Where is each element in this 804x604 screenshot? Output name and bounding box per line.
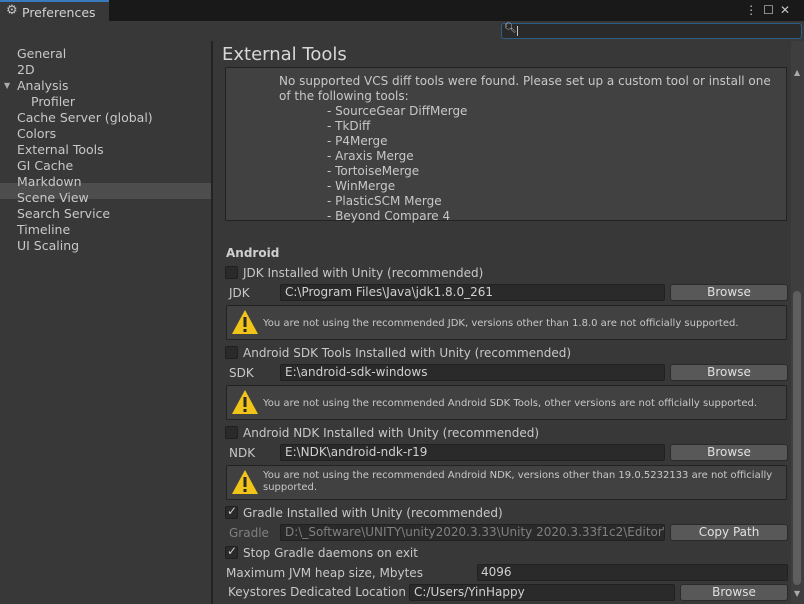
android-section-header: Android bbox=[226, 246, 280, 260]
jdk-installed-checkbox[interactable] bbox=[225, 266, 238, 279]
sdk-browse-button[interactable]: Browse bbox=[670, 364, 788, 381]
main-content: External Tools No supported VCS diff too… bbox=[213, 41, 791, 604]
gradle-path-field: D:\_Software\UNITY\unity2020.3.33\Unity … bbox=[280, 524, 665, 541]
keystores-path-field[interactable]: C:/Users/YinHappy bbox=[409, 584, 675, 601]
vcs-tool-item: - SourceGear DiffMerge bbox=[327, 104, 468, 118]
warning-icon bbox=[232, 310, 258, 334]
sidebar-item-scene-view[interactable]: Scene View bbox=[17, 190, 89, 206]
jdk-browse-button[interactable]: Browse bbox=[670, 284, 788, 301]
sidebar-item-profiler[interactable]: Profiler bbox=[31, 94, 75, 110]
heap-size-input[interactable]: 4096 bbox=[477, 564, 788, 581]
sidebar-item-gi-cache[interactable]: GI Cache bbox=[17, 158, 73, 174]
vcs-message: No supported VCS diff tools were found. … bbox=[279, 74, 771, 103]
page-title: External Tools bbox=[222, 44, 347, 65]
gradle-field-label: Gradle bbox=[229, 526, 269, 540]
sdk-warning-box: You are not using the recommended Androi… bbox=[226, 385, 787, 420]
window-controls[interactable]: ⋮☐✕ bbox=[745, 3, 796, 17]
keystores-browse-button[interactable]: Browse bbox=[680, 584, 788, 601]
sidebar-item-timeline[interactable]: Timeline bbox=[17, 222, 70, 238]
sdk-warning-text: You are not using the recommended Androi… bbox=[263, 398, 758, 409]
jdk-path-field[interactable]: C:\Program Files\Java\jdk1.8.0_261 bbox=[280, 284, 665, 301]
window-menu-icon[interactable]: ⋮ bbox=[745, 3, 763, 17]
scroll-up-icon[interactable]: ▲ bbox=[794, 68, 800, 77]
ndk-field-label: NDK bbox=[229, 446, 256, 460]
expand-arrow-icon[interactable]: ▼ bbox=[4, 81, 10, 90]
preferences-tab[interactable]: ⚙ Preferences bbox=[0, 0, 109, 22]
sidebar-item-markdown[interactable]: Markdown bbox=[17, 174, 82, 190]
jdk-field-label: JDK bbox=[229, 286, 250, 300]
sidebar-item-2d[interactable]: 2D bbox=[17, 62, 35, 78]
sdk-path-field[interactable]: E:\android-sdk-windows bbox=[280, 364, 665, 381]
vcs-tool-item: - TkDiff bbox=[327, 119, 371, 133]
jdk-warning-box: You are not using the recommended JDK, v… bbox=[226, 305, 787, 340]
sidebar-item-general[interactable]: General bbox=[17, 46, 66, 62]
ndk-warning-box: You are not using the recommended Androi… bbox=[226, 465, 787, 500]
heap-size-label: Maximum JVM heap size, Mbytes bbox=[226, 566, 423, 580]
ndk-warning-text: You are not using the recommended Androi… bbox=[263, 470, 773, 493]
sidebar-item-colors[interactable]: Colors bbox=[17, 126, 56, 142]
ndk-installed-label: Android NDK Installed with Unity (recomm… bbox=[243, 426, 540, 440]
gradle-copy-path-button[interactable]: Copy Path bbox=[670, 524, 788, 541]
vertical-scrollbar[interactable]: ▲ ▼ bbox=[791, 41, 804, 604]
scroll-down-icon[interactable]: ▼ bbox=[794, 589, 800, 598]
vcs-tool-item: - Araxis Merge bbox=[327, 149, 414, 163]
sdk-installed-checkbox[interactable] bbox=[225, 346, 238, 359]
jdk-warning-text: You are not using the recommended JDK, v… bbox=[263, 318, 739, 329]
vcs-tool-item: - Beyond Compare 4 bbox=[327, 209, 451, 223]
search-icon: 🔍︎ bbox=[504, 23, 517, 34]
sidebar-item-external-tools[interactable]: External Tools bbox=[17, 142, 104, 158]
stop-gradle-checkbox[interactable] bbox=[225, 544, 238, 559]
sdk-installed-label: Android SDK Tools Installed with Unity (… bbox=[243, 346, 572, 360]
vcs-info-box: No supported VCS diff tools were found. … bbox=[225, 67, 787, 223]
text-caret bbox=[517, 26, 518, 36]
gradle-installed-checkbox[interactable] bbox=[225, 504, 238, 519]
stop-gradle-label: Stop Gradle daemons on exit bbox=[243, 546, 418, 560]
search-input[interactable]: 🔍︎ bbox=[501, 23, 802, 39]
sidebar-item-search-service[interactable]: Search Service bbox=[17, 206, 110, 222]
vcs-tool-item: - TortoiseMerge bbox=[327, 164, 420, 178]
vcs-tool-item: - WinMerge bbox=[327, 179, 396, 193]
jdk-installed-label: JDK Installed with Unity (recommended) bbox=[243, 266, 484, 280]
tab-bar bbox=[0, 0, 804, 21]
gear-icon: ⚙ bbox=[6, 3, 18, 18]
ndk-installed-checkbox[interactable] bbox=[225, 426, 238, 439]
sidebar-item-analysis[interactable]: Analysis bbox=[17, 78, 69, 94]
sdk-field-label: SDK bbox=[229, 366, 254, 380]
tab-title: Preferences bbox=[22, 5, 96, 20]
ndk-path-field[interactable]: E:\NDK\android-ndk-r19 bbox=[280, 444, 665, 461]
vcs-tool-item: - P4Merge bbox=[327, 134, 388, 148]
sidebar-item-cache-server[interactable]: Cache Server (global) bbox=[17, 110, 153, 126]
gradle-installed-label: Gradle Installed with Unity (recommended… bbox=[243, 506, 503, 520]
scrollbar-thumb[interactable] bbox=[793, 291, 801, 585]
ndk-browse-button[interactable]: Browse bbox=[670, 444, 788, 461]
warning-icon bbox=[232, 390, 258, 414]
warning-icon bbox=[232, 470, 258, 494]
vcs-tool-item: - PlasticSCM Merge bbox=[327, 194, 442, 208]
sidebar: General 2D ▼ Analysis Profiler Cache Ser… bbox=[0, 41, 211, 604]
close-icon[interactable]: ✕ bbox=[780, 3, 796, 17]
keystores-label: Keystores Dedicated Location bbox=[228, 585, 406, 599]
maximize-icon[interactable]: ☐ bbox=[763, 3, 780, 17]
sidebar-item-ui-scaling[interactable]: UI Scaling bbox=[17, 238, 79, 254]
